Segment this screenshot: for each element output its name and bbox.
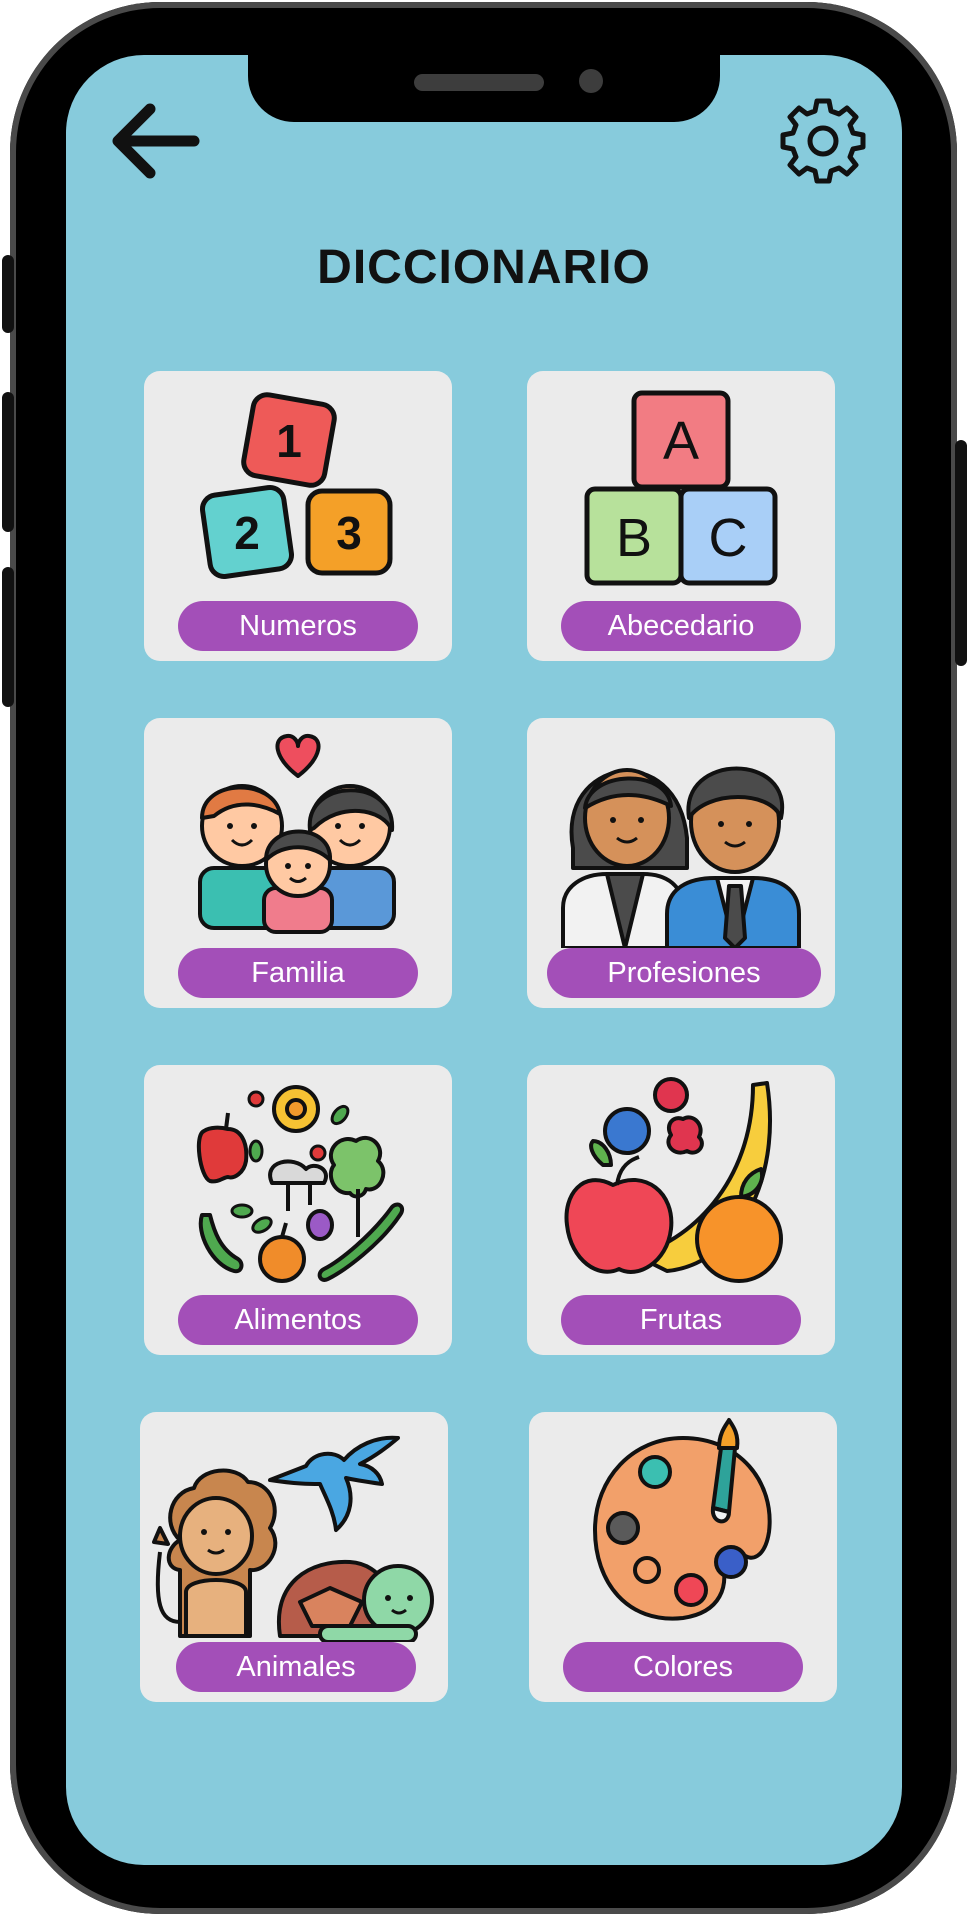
arrow-left-icon — [112, 103, 200, 179]
alphabet-blocks-icon: A B C — [584, 390, 778, 586]
category-card-numeros[interactable]: 1 2 3 Numeros — [144, 371, 452, 661]
phone-volume-down-button — [2, 567, 14, 707]
svg-text:C: C — [709, 508, 748, 568]
speaker-grille — [414, 74, 544, 91]
front-camera — [579, 69, 603, 93]
category-label: Frutas — [561, 1295, 801, 1345]
category-card-abecedario[interactable]: A B C Abecedario — [527, 371, 835, 661]
number-blocks-icon: 1 2 3 — [200, 392, 393, 579]
vegetables-icon — [196, 1085, 405, 1283]
phone-notch — [248, 55, 720, 122]
phone-power-button — [955, 440, 967, 666]
category-card-profesiones[interactable]: Profesiones — [527, 718, 835, 1008]
category-card-animales[interactable]: Animales — [140, 1412, 448, 1702]
settings-button[interactable] — [779, 97, 867, 185]
category-card-familia[interactable]: Familia — [144, 718, 452, 1008]
back-button[interactable] — [106, 101, 200, 181]
category-label: Colores — [563, 1642, 803, 1692]
gear-icon — [780, 98, 866, 184]
svg-text:A: A — [663, 411, 699, 471]
category-card-alimentos[interactable]: Alimentos — [144, 1065, 452, 1355]
phone-volume-up-button — [2, 392, 14, 532]
category-label: Profesiones — [547, 948, 821, 998]
svg-text:B: B — [616, 508, 652, 568]
page-title: DICCIONARIO — [317, 241, 651, 294]
fruits-icon — [564, 1077, 783, 1283]
professionals-icon — [561, 766, 801, 948]
app-screen: DICCIONARIO 1 2 3 Numeros A B C Abecedar… — [66, 55, 902, 1865]
category-label: Numeros — [178, 601, 418, 651]
svg-text:1: 1 — [276, 415, 302, 467]
paint-palette-icon — [593, 1418, 772, 1621]
animals-icon — [152, 1435, 434, 1642]
svg-text:3: 3 — [336, 507, 362, 559]
family-icon — [198, 733, 396, 934]
category-label: Familia — [178, 948, 418, 998]
category-card-frutas[interactable]: Frutas — [527, 1065, 835, 1355]
category-label: Abecedario — [561, 601, 801, 651]
phone-side-button — [2, 255, 14, 333]
category-card-colores[interactable]: Colores — [529, 1412, 837, 1702]
svg-text:2: 2 — [234, 507, 260, 559]
category-label: Animales — [176, 1642, 416, 1692]
category-label: Alimentos — [178, 1295, 418, 1345]
